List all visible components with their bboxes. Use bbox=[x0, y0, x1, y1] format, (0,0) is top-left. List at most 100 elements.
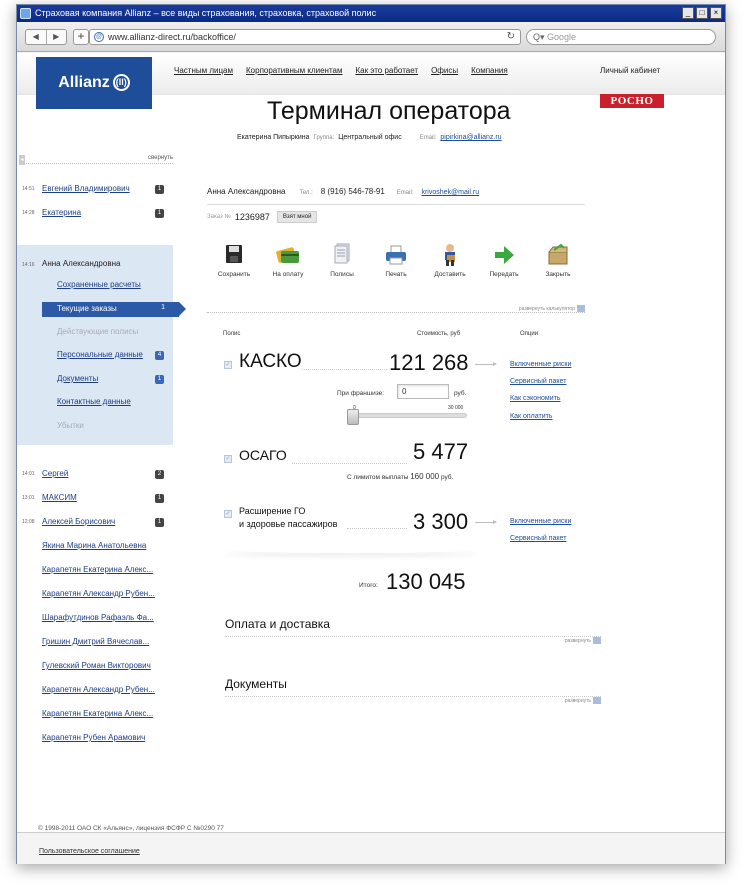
go-option-risks[interactable]: Включенные риски bbox=[510, 518, 571, 525]
calculator-toggle-label: развернуть калькулятор bbox=[519, 305, 585, 312]
title-bar: Страховая компания Allianz – все виды ст… bbox=[17, 5, 725, 22]
go-checkbox[interactable]: ✓ bbox=[224, 510, 232, 518]
kasko-option-service[interactable]: Сервисный пакет bbox=[510, 378, 566, 385]
personal-cabinet-link[interactable]: Личный кабинет bbox=[600, 66, 660, 75]
kasko-checkbox[interactable]: ✓ bbox=[224, 361, 232, 369]
print-button[interactable]: Печать bbox=[369, 243, 423, 278]
maximize-button[interactable]: □ bbox=[696, 7, 708, 19]
search-input[interactable]: Q▾ Google bbox=[526, 29, 716, 45]
client-email[interactable]: krivoshek@mail.ru bbox=[421, 189, 479, 196]
green-arrow-icon bbox=[491, 243, 517, 267]
client-name[interactable]: Шарафутдинов Рафаэль Фа... bbox=[42, 613, 154, 622]
col-price: Стоимость, руб bbox=[417, 331, 461, 337]
policies-button[interactable]: Полисы bbox=[315, 243, 369, 278]
browser-window: Страховая компания Allianz – все виды ст… bbox=[16, 4, 726, 864]
client-name[interactable]: Екатерина bbox=[42, 208, 81, 217]
client-item[interactable]: Карапетян Рубен Арамович bbox=[17, 732, 177, 746]
close-order-button[interactable]: Закрыть bbox=[531, 243, 585, 278]
deliver-button[interactable]: Доставить bbox=[423, 243, 477, 278]
franchise-slider-track[interactable] bbox=[353, 413, 467, 418]
client-name[interactable]: Гришин Дмитрий Вячеслав... bbox=[42, 637, 149, 646]
section-expand[interactable]: развернуть bbox=[565, 637, 601, 644]
dotted-leader bbox=[292, 463, 407, 464]
minimize-button[interactable]: _ bbox=[682, 7, 694, 19]
client-time: 13:01 bbox=[22, 495, 35, 501]
section-title: Документы bbox=[225, 677, 287, 691]
order-label: Заказ № bbox=[207, 214, 231, 220]
saved-calculations-link[interactable]: Сохраненные расчеты bbox=[57, 280, 141, 289]
section-expand[interactable]: развернуть bbox=[565, 697, 601, 704]
client-item[interactable]: 12:08 Алексей Борисович 1 bbox=[17, 516, 177, 530]
kasko-option-pay[interactable]: Как оплатить bbox=[510, 413, 552, 420]
client-name[interactable]: Сергей bbox=[42, 469, 68, 478]
operator-email[interactable]: pipirkina@allianz.ru bbox=[440, 134, 501, 141]
pay-button[interactable]: На оплату bbox=[261, 243, 315, 278]
close-button[interactable]: × bbox=[710, 7, 722, 19]
transfer-button[interactable]: Передать bbox=[477, 243, 531, 278]
client-item[interactable]: Карапетян Екатерина Алекс... bbox=[17, 708, 177, 722]
calculator-toggle-text: развернуть калькулятор bbox=[518, 305, 575, 312]
kasko-price: 121 268 bbox=[389, 350, 469, 375]
franchise-input[interactable]: 0 bbox=[397, 384, 449, 399]
franchise-label: При франшизе: bbox=[337, 390, 385, 397]
kasko-option-risks[interactable]: Включенные риски bbox=[510, 361, 571, 368]
rosno-logo[interactable]: РОСНО bbox=[600, 94, 664, 108]
client-name[interactable]: Гулевский Роман Викторович bbox=[42, 661, 151, 670]
client-item[interactable]: Шарафутдинов Рафаэль Фа... bbox=[17, 612, 177, 626]
save-button[interactable]: Сохранить bbox=[207, 243, 261, 278]
nav-how-it-works[interactable]: Как это работает bbox=[355, 66, 418, 75]
user-agreement-link[interactable]: Пользовательское соглашение bbox=[39, 848, 140, 855]
payment-delivery-section[interactable]: Оплата и доставка развернуть bbox=[225, 617, 601, 644]
collapse-toggle[interactable]: ◂ свернуть bbox=[19, 155, 173, 165]
client-name[interactable]: Карапетян Александр Рубен... bbox=[42, 589, 155, 598]
address-bar[interactable]: @ www.allianz-direct.ru/backoffice/ ↻ bbox=[89, 29, 521, 45]
client-item[interactable]: 14:51 Евгений Владимирович 1 bbox=[17, 183, 177, 197]
nav-company[interactable]: Компания bbox=[471, 66, 508, 75]
taken-by-me-button[interactable]: Взят мной bbox=[276, 211, 318, 223]
contact-data-link[interactable]: Контактные данные bbox=[57, 397, 131, 406]
osago-checkbox[interactable]: ✓ bbox=[224, 455, 232, 463]
client-name[interactable]: МАКСИМ bbox=[42, 493, 77, 502]
client-name[interactable]: Алексей Борисович bbox=[42, 517, 115, 526]
client-time: 14:51 bbox=[22, 186, 35, 192]
client-item[interactable]: 14:01 Сергей 2 bbox=[17, 468, 177, 482]
documents-icon bbox=[329, 243, 355, 267]
calculator-toggle[interactable]: развернуть калькулятор bbox=[207, 303, 585, 313]
client-item[interactable]: 13:01 МАКСИМ 1 bbox=[17, 492, 177, 506]
current-orders-link[interactable]: Текущие заказы 1 bbox=[42, 302, 186, 317]
client-item[interactable]: Карапетян Александр Рубен... bbox=[17, 684, 177, 698]
client-info: Анна Александровна Тел.: 8 (916) 546-78-… bbox=[207, 183, 585, 205]
documents-section[interactable]: Документы развернуть bbox=[225, 677, 601, 704]
action-toolbar: Сохранить На оплату Полисы Печать Достав… bbox=[207, 243, 585, 278]
client-name[interactable]: Карапетян Рубен Арамович bbox=[42, 733, 145, 742]
dotted-leader bbox=[302, 369, 387, 370]
go-name-1: Расширение ГО bbox=[239, 506, 306, 516]
nav-private[interactable]: Частным лицам bbox=[174, 66, 233, 75]
client-name[interactable]: Карапетян Екатерина Алекс... bbox=[42, 709, 153, 718]
client-time: 14:01 bbox=[22, 471, 35, 477]
client-item[interactable]: Гулевский Роман Викторович bbox=[17, 660, 177, 674]
client-item[interactable]: 14:28 Екатерина 1 bbox=[17, 207, 177, 221]
kasko-option-save[interactable]: Как сэкономить bbox=[510, 395, 561, 402]
forward-button[interactable]: ▶ bbox=[45, 30, 67, 44]
client-item[interactable]: Гришин Дмитрий Вячеслав... bbox=[17, 636, 177, 650]
client-item[interactable]: Карапетян Екатерина Алекс... bbox=[17, 564, 177, 578]
add-bookmark-button[interactable]: + bbox=[73, 29, 89, 45]
client-item[interactable]: Карапетян Александр Рубен... bbox=[17, 588, 177, 602]
client-name[interactable]: Карапетян Екатерина Алекс... bbox=[42, 565, 153, 574]
client-item[interactable]: Якина Марина Анатольевна bbox=[17, 540, 177, 554]
documents-link[interactable]: Документы bbox=[57, 374, 98, 383]
nav-corporate[interactable]: Корпоративным клиентам bbox=[246, 66, 342, 75]
allianz-logo[interactable]: Allianz (ll) bbox=[36, 57, 152, 109]
client-name[interactable]: Карапетян Александр Рубен... bbox=[42, 685, 155, 694]
client-name[interactable]: Евгений Владимирович bbox=[42, 184, 130, 193]
kasko-name: КАСКО bbox=[239, 351, 302, 372]
client-name[interactable]: Якина Марина Анатольевна bbox=[42, 541, 146, 550]
reload-icon[interactable]: ↻ bbox=[507, 30, 515, 44]
go-option-service[interactable]: Сервисный пакет bbox=[510, 535, 566, 542]
deliver-label: Доставить bbox=[434, 271, 466, 278]
franchise-slider-thumb[interactable] bbox=[347, 409, 359, 425]
nav-offices[interactable]: Офисы bbox=[431, 66, 458, 75]
back-button[interactable]: ◀ bbox=[26, 30, 46, 44]
personal-data-link[interactable]: Персональные данные bbox=[57, 350, 143, 359]
